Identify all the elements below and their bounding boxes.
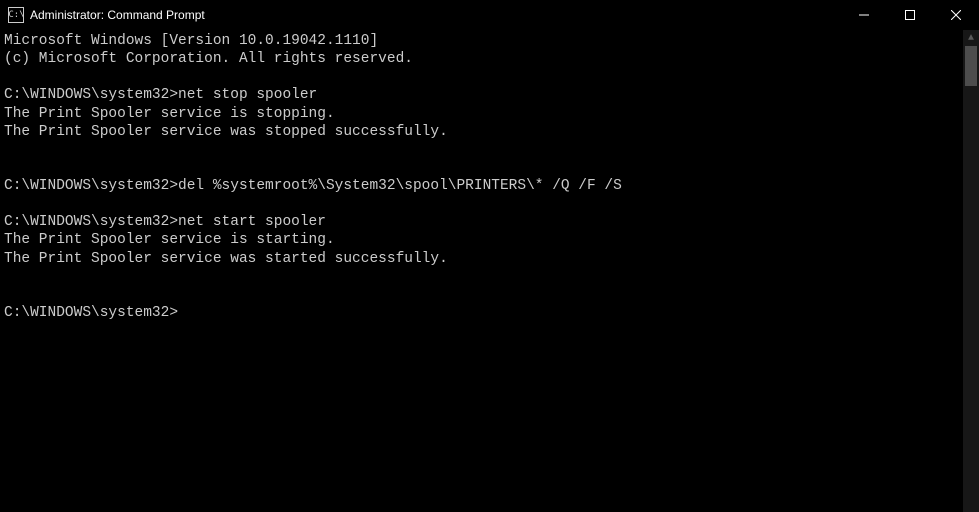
titlebar[interactable]: C:\ Administrator: Command Prompt bbox=[0, 0, 979, 30]
terminal-area: Microsoft Windows [Version 10.0.19042.11… bbox=[0, 30, 979, 512]
maximize-button[interactable] bbox=[887, 0, 933, 30]
minimize-button[interactable] bbox=[841, 0, 887, 30]
cmd-icon: C:\ bbox=[8, 7, 24, 23]
terminal-output[interactable]: Microsoft Windows [Version 10.0.19042.11… bbox=[0, 30, 963, 512]
maximize-icon bbox=[905, 10, 915, 20]
close-button[interactable] bbox=[933, 0, 979, 30]
minimize-icon bbox=[859, 10, 869, 20]
scroll-up-arrow-icon[interactable]: ▲ bbox=[963, 30, 979, 46]
window-controls bbox=[841, 0, 979, 30]
window-title: Administrator: Command Prompt bbox=[30, 8, 841, 22]
close-icon bbox=[951, 10, 961, 20]
scroll-thumb[interactable] bbox=[965, 46, 977, 86]
scrollbar[interactable]: ▲ bbox=[963, 30, 979, 512]
